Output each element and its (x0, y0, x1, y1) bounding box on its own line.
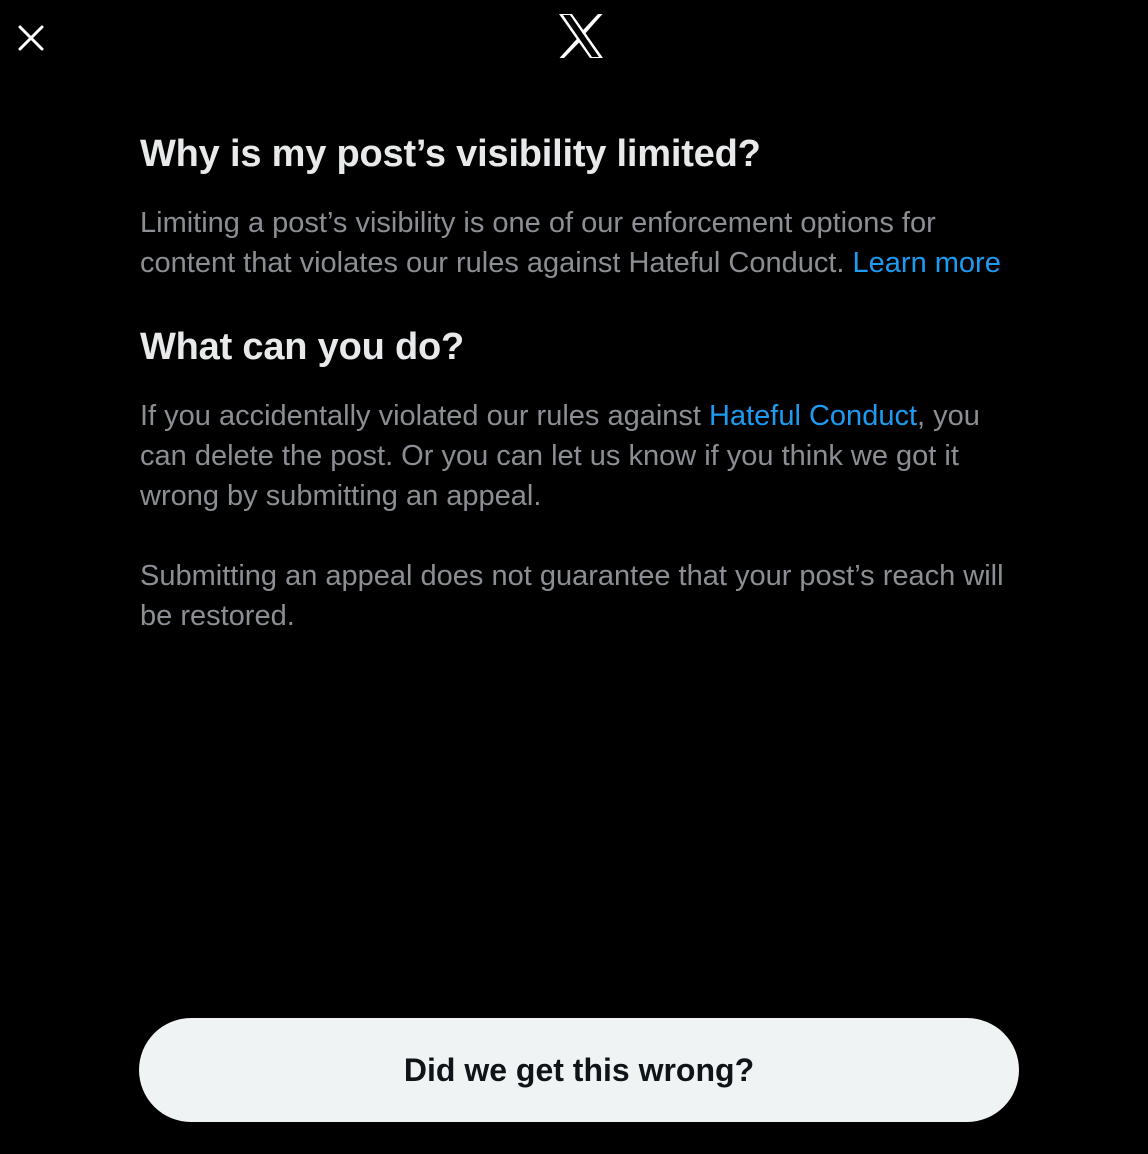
why-limited-text: Limiting a post’s visibility is one of o… (140, 207, 936, 279)
paragraph-what-can-you-do: If you accidentally violated our rules a… (140, 396, 1020, 516)
appeal-note: Submitting an appeal does not guarantee … (140, 560, 1004, 632)
hateful-conduct-link[interactable]: Hateful Conduct (709, 400, 917, 432)
close-button[interactable] (10, 17, 52, 59)
what-text-before: If you accidentally violated our rules a… (140, 400, 710, 432)
learn-more-link[interactable]: Learn more (853, 247, 1001, 279)
heading-why-limited: Why is my post’s visibility limited? (140, 133, 761, 175)
close-icon (18, 25, 44, 51)
appeal-button[interactable]: Did we get this wrong? (139, 1018, 1019, 1122)
heading-what-can-you-do: What can you do? (140, 326, 465, 368)
paragraph-why-limited: Limiting a post’s visibility is one of o… (140, 203, 1020, 283)
visibility-info: Why is my post’s visibility limited? Lim… (140, 128, 1020, 636)
x-logo-icon (557, 14, 605, 58)
